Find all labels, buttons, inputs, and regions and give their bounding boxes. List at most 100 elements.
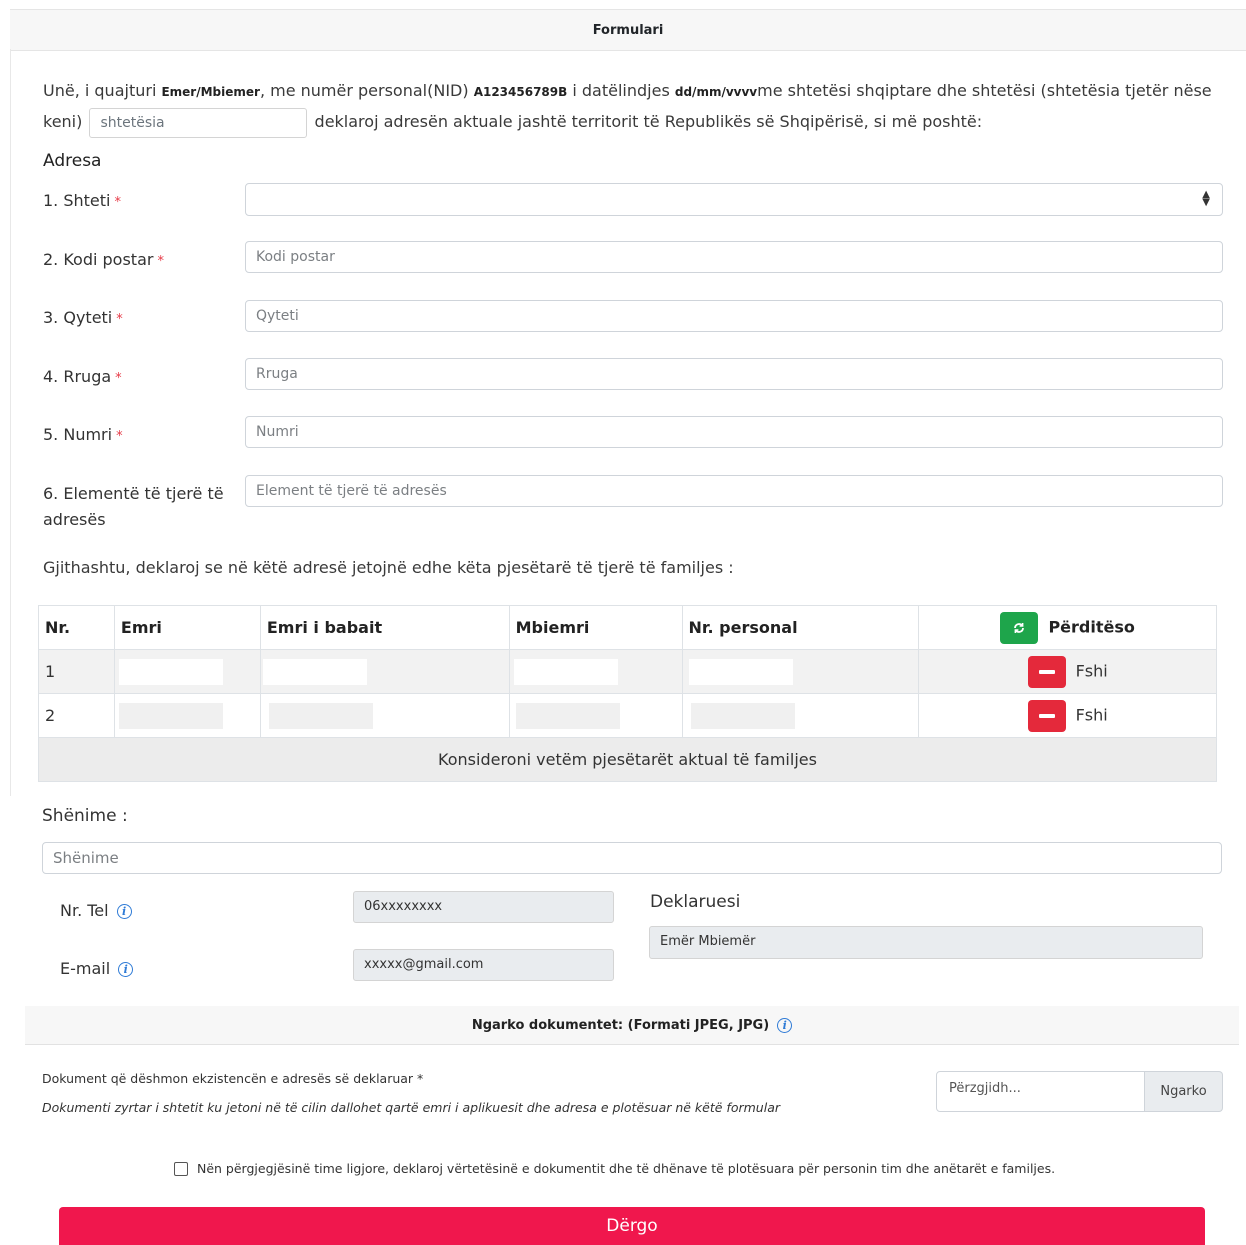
table-row: 1 Fshi [38,649,1217,694]
update-button[interactable] [1000,611,1039,644]
required-mark: * [115,371,122,386]
city-input[interactable]: Qyteti [245,300,1223,332]
intro-text-3: i datëlindjes [567,81,675,100]
col-last-name: Mbiemri [508,605,683,650]
agreement-checkbox[interactable] [174,1161,188,1176]
postal-code-input[interactable]: Kodi postar [245,241,1223,273]
document-label: Dokument që dëshmon ekzistencën e adresë… [42,1071,424,1086]
father-name-input[interactable] [268,702,373,729]
table-row: 2 Fshi [38,693,1217,738]
required-mark: * [116,312,123,327]
other-elements-label: 6. Elementë të tjerë të adresës [43,484,224,529]
form-header: Formulari [10,9,1246,51]
notes-input[interactable]: Shënime [42,842,1222,874]
info-icon[interactable]: i [777,1017,793,1033]
father-name-cell [259,649,510,694]
family-table: Nr. Emri Emri i babait Mbiemri Nr. perso… [38,605,1217,782]
postal-code-label: 2. Kodi postar * [43,247,164,275]
delete-label: Fshi [1075,705,1108,724]
intro-paragraph: Unë, i quajturi Emer/Mbiemer, me numër p… [43,76,1233,138]
street-label-text: 4. Rruga [43,367,112,386]
col-actions: Përditëso [918,605,1217,650]
col-first-name: Emri [113,605,261,650]
minus-icon [1038,669,1055,674]
upload-title: Ngarko dokumentet: (Formati JPEG, JPG) [471,1017,770,1033]
declarant-nid: A123456789B [473,85,568,99]
row-nr: 1 [38,649,115,694]
delete-button[interactable] [1027,655,1066,688]
table-footer-row: Konsideroni vetëm pjesëtarët aktual të f… [38,737,1217,782]
first-name-cell [113,693,261,738]
delete-button[interactable] [1027,699,1066,732]
personal-nr-input[interactable] [688,658,793,685]
document-description: Dokumenti zyrtar i shtetit ku jetoni në … [42,1100,780,1115]
table-header-row: Nr. Emri Emri i babait Mbiemri Nr. perso… [38,605,1217,650]
father-name-input[interactable] [262,658,367,685]
email-label-text: E-mail [60,959,111,978]
upload-header: Ngarko dokumentet: (Formati JPEG, JPG) i [25,1006,1239,1045]
intro-text-1: Unë, i quajturi [43,81,162,100]
declarant-field: Emër Mbiemër [649,926,1203,959]
col-nr: Nr. [38,605,115,650]
city-label-text: 3. Qyteti [43,308,113,327]
declarant-dob: dd/mm/vvvv [674,85,758,99]
required-mark: * [116,429,123,444]
info-icon[interactable]: i [116,904,132,919]
required-mark: * [114,195,121,210]
row-nr: 2 [38,693,115,738]
family-intro: Gjithashtu, deklaroj se në këtë adresë j… [43,558,734,577]
last-name-cell [508,693,683,738]
minus-icon [1038,713,1055,718]
phone-label-text: Nr. Tel [60,901,109,920]
agreement-text: Nën përgjegjësinë time ligjore, deklaroj… [197,1161,1056,1176]
delete-label: Fshi [1075,661,1108,680]
last-name-input[interactable] [515,702,620,729]
sync-icon [1014,622,1025,633]
last-name-input[interactable] [513,658,618,685]
first-name-cell [113,649,261,694]
email-label: E-mail i [60,959,134,978]
number-label-text: 5. Numri [43,425,113,444]
country-select[interactable]: ▲ ▼ [245,183,1223,216]
personal-nr-cell [681,693,920,738]
upload-button[interactable]: Ngarko [1145,1071,1223,1112]
phone-field: 06xxxxxxxx [353,891,614,923]
file-upload-group: Përzgjidh... Ngarko [936,1071,1223,1112]
personal-nr-cell [681,649,920,694]
number-input[interactable]: Numri [245,416,1223,448]
postal-code-label-text: 2. Kodi postar [43,250,154,269]
father-name-cell [259,693,510,738]
other-citizenship-input[interactable]: shtetësia [89,107,308,138]
intro-text-5: deklaroj adresën aktuale jashtë territor… [309,112,983,131]
update-label: Përditëso [1048,617,1135,636]
agreement-row: Nën përgjegjësinë time ligjore, deklaroj… [174,1161,1055,1176]
street-input[interactable]: Rruga [245,358,1223,390]
required-mark: * [157,254,164,269]
card-border [10,49,11,796]
city-label: 3. Qyteti * [43,305,123,333]
street-label: 4. Rruga * [43,364,122,392]
intro-text-2: , me numër personal(NID) [259,81,474,100]
declarant-name: Emer/Mbiemer [161,85,260,99]
country-label-text: 1. Shteti [43,191,111,210]
last-name-cell [508,649,683,694]
notes-label: Shënime : [42,806,128,826]
personal-nr-input[interactable] [690,702,795,729]
submit-button[interactable]: Dërgo [59,1207,1205,1245]
email-field: xxxxx@gmail.com [353,949,614,981]
other-elements-input[interactable]: Element të tjerë të adresës [245,475,1223,507]
actions-cell: Fshi [918,693,1217,738]
declarant-label: Deklaruesi [650,892,741,912]
number-label: 5. Numri * [43,422,123,450]
first-name-input[interactable] [118,658,223,685]
col-father-name: Emri i babait [259,605,510,650]
family-footer-note: Konsideroni vetëm pjesëtarët aktual të f… [38,737,1217,782]
sort-arrows-icon: ▲ ▼ [1202,189,1210,208]
file-choose-input[interactable]: Përzgjidh... [936,1071,1145,1112]
actions-cell: Fshi [918,649,1217,694]
col-personal-nr: Nr. personal [681,605,920,650]
address-title: Adresa [43,151,102,171]
form-title: Formulari [592,22,664,38]
info-icon[interactable]: i [118,962,134,977]
first-name-input[interactable] [118,702,223,729]
